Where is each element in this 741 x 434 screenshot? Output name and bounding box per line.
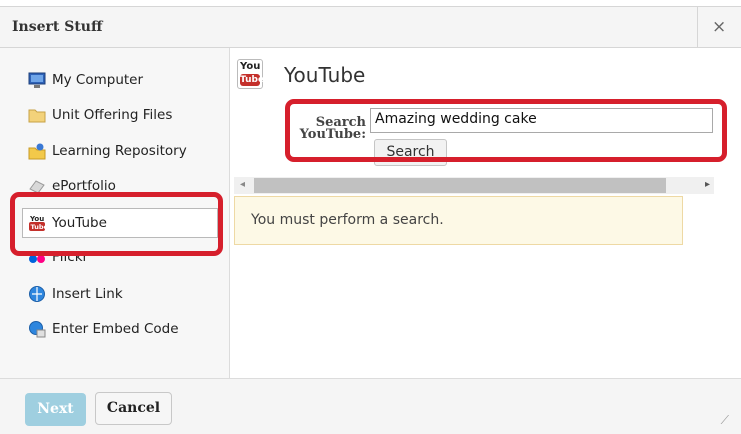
source-sidebar: My Computer Unit Offering Files Learning… [0, 48, 230, 378]
dialog-title: Insert Stuff [12, 19, 103, 35]
page-title: YouTube [284, 63, 366, 87]
dialog-footer: Next Cancel ⟋ [0, 378, 741, 434]
scroll-right-icon[interactable]: ▸ [705, 179, 710, 190]
logo-text-top: You [240, 61, 261, 72]
resize-handle-icon[interactable]: ⟋ [721, 413, 729, 428]
youtube-logo-icon: You Tube [237, 59, 265, 89]
sidebar-item-label: Enter Embed Code [52, 321, 179, 337]
sidebar-item-insert-link[interactable]: Insert Link [28, 281, 123, 307]
globe-link-icon [28, 285, 46, 303]
sidebar-item-label: Insert Link [52, 286, 123, 302]
sidebar-item-label: Learning Repository [52, 143, 187, 159]
close-button[interactable]: × [697, 7, 741, 47]
sidebar-item-learning-repository[interactable]: Learning Repository [28, 138, 187, 164]
insert-stuff-dialog: Insert Stuff × My Computer Unit Offering… [0, 6, 741, 434]
search-notice: You must perform a search. [234, 196, 683, 245]
main-panel: You Tube YouTube Search YouTube: Amazing… [230, 48, 741, 378]
monitor-icon [28, 71, 46, 89]
sidebar-item-enter-embed-code[interactable]: Enter Embed Code [28, 316, 179, 342]
sidebar-item-unit-offering-files[interactable]: Unit Offering Files [28, 102, 172, 128]
cancel-button[interactable]: Cancel [95, 392, 172, 425]
horizontal-scrollbar[interactable]: ◂ ▸ [234, 177, 714, 194]
highlight-annotation [10, 192, 223, 256]
folder-icon [28, 106, 46, 124]
sidebar-item-my-computer[interactable]: My Computer [28, 67, 143, 93]
sidebar-item-label: My Computer [52, 72, 144, 88]
scroll-thumb[interactable] [254, 178, 666, 193]
repository-icon [28, 142, 46, 160]
close-icon[interactable]: × [712, 17, 726, 37]
sidebar-item-label: Unit Offering Files [52, 107, 173, 123]
scroll-left-icon[interactable]: ◂ [240, 179, 245, 190]
next-button[interactable]: Next [25, 393, 86, 426]
logo-text-bottom: Tube [240, 74, 265, 86]
dialog-titlebar: Insert Stuff × [0, 7, 741, 48]
embed-code-icon [28, 320, 46, 338]
highlight-annotation [285, 99, 727, 162]
